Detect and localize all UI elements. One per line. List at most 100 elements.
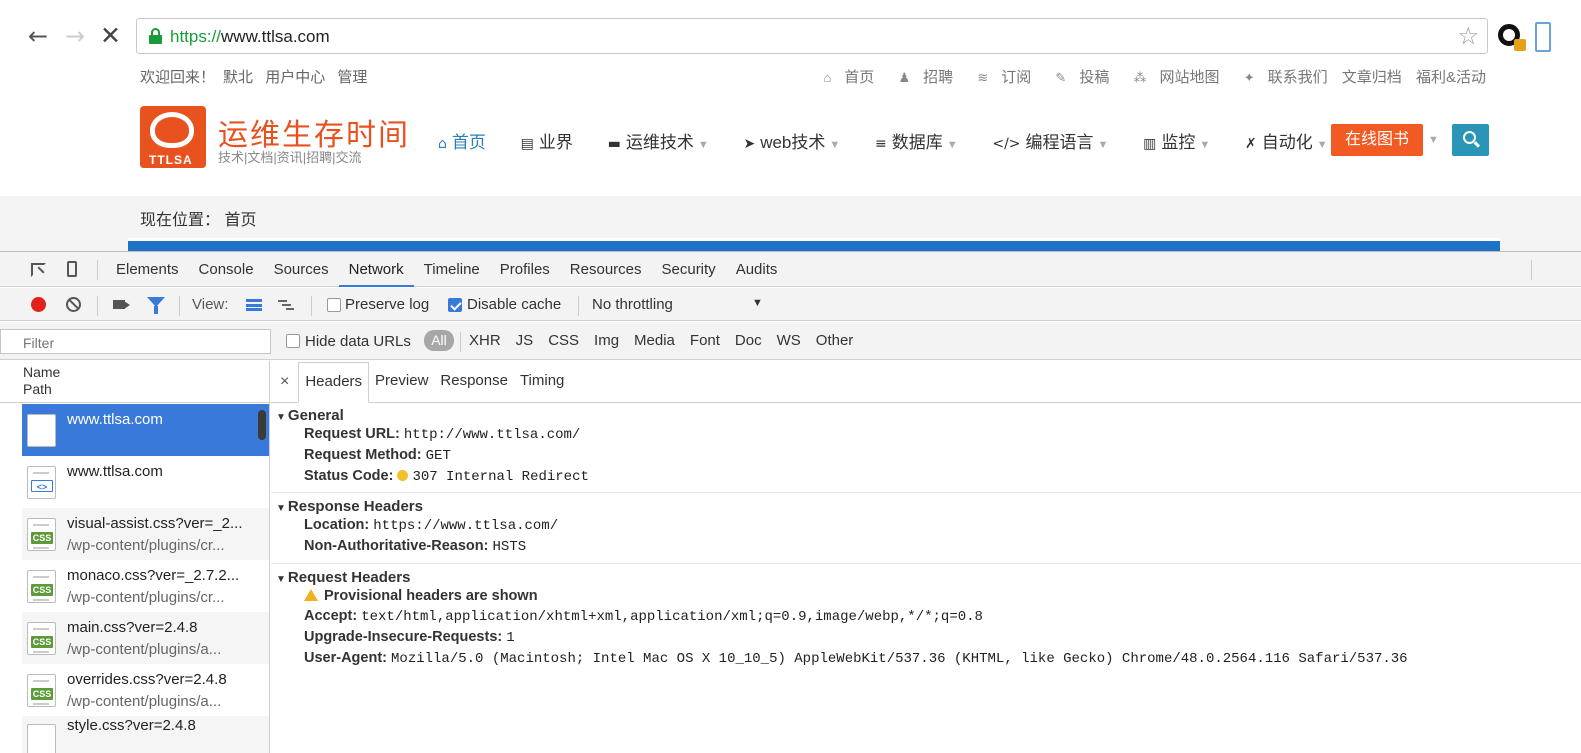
disable-cache-label[interactable]: Disable cache	[467, 296, 561, 313]
top-link-welfare[interactable]: 福利&活动	[1416, 69, 1486, 86]
device-mode-icon[interactable]	[67, 261, 77, 277]
rss-icon: ≋	[977, 70, 989, 85]
online-book-button[interactable]: 在线图书	[1331, 124, 1423, 156]
bookmark-star-icon[interactable]: ☆	[1457, 22, 1479, 50]
address-bar[interactable]: https://www.ttlsa.com ☆	[136, 18, 1488, 54]
chevron-down-icon[interactable]: ▼	[752, 297, 763, 309]
throttling-select[interactable]: No throttling	[592, 296, 673, 313]
close-icon[interactable]: ×	[271, 362, 298, 402]
filter-input[interactable]	[0, 329, 271, 354]
chevron-down-icon[interactable]: ▼	[1428, 134, 1439, 146]
request-row[interactable]: CSS visual-assist.css?ver=_2... /wp-cont…	[22, 508, 269, 560]
top-link-jobs[interactable]: ♟ 招聘	[888, 69, 953, 86]
type-filter-js[interactable]: JS	[516, 332, 534, 349]
top-link-subscribe[interactable]: ≋ 订阅	[967, 69, 1031, 86]
request-row[interactable]: CSS overrides.css?ver=2.4.8 /wp-content/…	[22, 664, 269, 716]
request-row[interactable]: style.css?ver=2.4.8	[22, 716, 269, 753]
tab-timing[interactable]: Timing	[514, 362, 570, 402]
request-row[interactable]: CSS main.css?ver=2.4.8 /wp-content/plugi…	[22, 612, 269, 664]
tab-resources[interactable]: Resources	[560, 252, 652, 287]
nav-home[interactable]: ⌂ 首页	[438, 128, 486, 153]
clear-icon[interactable]	[66, 297, 81, 312]
tab-console[interactable]: Console	[189, 252, 264, 287]
type-filter-css[interactable]: CSS	[548, 332, 579, 349]
nar-row: Non-Authoritative-Reason: HSTS	[304, 538, 527, 555]
breadcrumb-home[interactable]: 首页	[224, 212, 256, 229]
type-filter-other[interactable]: Other	[816, 332, 854, 349]
request-name: www.ttlsa.com	[67, 463, 163, 480]
hide-data-urls-label[interactable]: Hide data URLs	[305, 333, 411, 350]
css-file-icon: CSS	[27, 622, 56, 655]
filter-icon[interactable]	[147, 297, 165, 314]
tab-response[interactable]: Response	[434, 362, 514, 402]
preserve-log-label[interactable]: Preserve log	[345, 296, 429, 313]
tab-security[interactable]: Security	[652, 252, 726, 287]
extension-document-icon[interactable]	[1535, 22, 1551, 52]
tab-audits[interactable]: Audits	[726, 252, 788, 287]
overview-icon[interactable]	[278, 299, 294, 311]
capture-screenshots-icon[interactable]	[113, 300, 130, 309]
top-link-sitemap[interactable]: ⁂ 网站地图	[1124, 69, 1220, 86]
request-row[interactable]: www.ttlsa.com	[22, 404, 269, 456]
nav-industry[interactable]: ▤ 业界	[521, 128, 573, 153]
request-headers-header[interactable]: ▼ Request Headers	[271, 569, 1581, 586]
general-header[interactable]: ▼ General	[271, 407, 1581, 424]
request-list-scrollbar[interactable]	[258, 410, 266, 440]
inspect-element-icon[interactable]	[31, 263, 46, 277]
network-toolbar: View: Preserve log Disable cache No thro…	[0, 288, 1581, 321]
top-link-submit[interactable]: ✎ 投稿	[1045, 69, 1109, 86]
main-nav: ⌂ 首页 ▤ 业界 ▬ 运维技术 ▼ ➤ web技术 ▼ ≡ 数据库 ▼ </> 编程语言 ▼ ▥ 监…	[438, 128, 1358, 153]
tab-timeline[interactable]: Timeline	[414, 252, 490, 287]
list-header[interactable]: Name Path	[0, 361, 269, 403]
top-link-home[interactable]: ⌂ 首页	[813, 69, 874, 86]
type-filter-xhr[interactable]: XHR	[469, 332, 501, 349]
tab-profiles[interactable]: Profiles	[490, 252, 560, 287]
tab-preview[interactable]: Preview	[369, 362, 434, 402]
nav-ops[interactable]: ▬ 运维技术 ▼	[608, 128, 709, 153]
folder-icon: ▬	[607, 136, 621, 152]
back-arrow-icon[interactable]: ←	[28, 22, 48, 50]
preserve-log-checkbox[interactable]	[327, 298, 341, 312]
site-logo-icon[interactable]: TTLSA	[140, 106, 206, 168]
response-headers-header[interactable]: ▼ Response Headers	[271, 498, 1581, 515]
chevron-down-icon: ▼	[829, 139, 841, 151]
request-path: /wp-content/plugins/cr...	[67, 589, 225, 606]
nav-monitoring[interactable]: ▥ 监控 ▼	[1143, 128, 1210, 153]
document-file-icon	[27, 414, 56, 447]
site-search-button[interactable]	[1452, 124, 1489, 156]
type-filter-doc[interactable]: Doc	[735, 332, 762, 349]
request-row[interactable]: <> www.ttlsa.com	[22, 456, 269, 508]
column-name: Name	[23, 364, 61, 380]
user-agent-row: User-Agent: Mozilla/5.0 (Macintosh; Inte…	[304, 650, 1408, 667]
type-filter-media[interactable]: Media	[634, 332, 675, 349]
request-row[interactable]: CSS monaco.css?ver=_2.7.2... /wp-content…	[22, 560, 269, 612]
record-icon[interactable]	[31, 297, 46, 312]
tab-sources[interactable]: Sources	[264, 252, 339, 287]
manage-link[interactable]: 管理	[337, 69, 367, 86]
stop-loading-icon[interactable]: ✕	[100, 22, 121, 50]
nav-database[interactable]: ≡ 数据库 ▼	[875, 128, 958, 153]
hide-data-urls-checkbox[interactable]	[286, 334, 300, 348]
breadcrumb: 现在位置： 首页	[140, 212, 257, 229]
nav-programming[interactable]: </> 编程语言 ▼	[992, 128, 1108, 153]
tab-network[interactable]: Network	[338, 252, 414, 287]
divider	[1531, 260, 1532, 280]
user-center-link[interactable]: 用户中心	[265, 69, 325, 86]
username-link[interactable]: 默北	[223, 69, 253, 86]
large-rows-icon[interactable]	[246, 299, 262, 311]
divider	[578, 296, 579, 316]
type-filter-ws[interactable]: WS	[777, 332, 801, 349]
disable-cache-checkbox[interactable]	[448, 298, 462, 312]
chevron-down-icon: ▼	[1316, 139, 1328, 151]
triangle-down-icon: ▼	[276, 503, 286, 514]
type-filter-all[interactable]: All	[424, 330, 454, 351]
type-filter-font[interactable]: Font	[690, 332, 720, 349]
top-link-contact[interactable]: ✦ 联系我们	[1234, 69, 1328, 86]
type-filter-img[interactable]: Img	[594, 332, 619, 349]
top-link-archive[interactable]: 文章归档	[1342, 69, 1402, 86]
tab-elements[interactable]: Elements	[116, 252, 189, 287]
forward-arrow-icon[interactable]: →	[65, 22, 85, 50]
nav-web[interactable]: ➤ web技术 ▼	[743, 128, 840, 153]
tab-headers[interactable]: Headers	[298, 362, 370, 403]
nav-automation[interactable]: ✗ 自动化 ▼	[1245, 128, 1328, 153]
